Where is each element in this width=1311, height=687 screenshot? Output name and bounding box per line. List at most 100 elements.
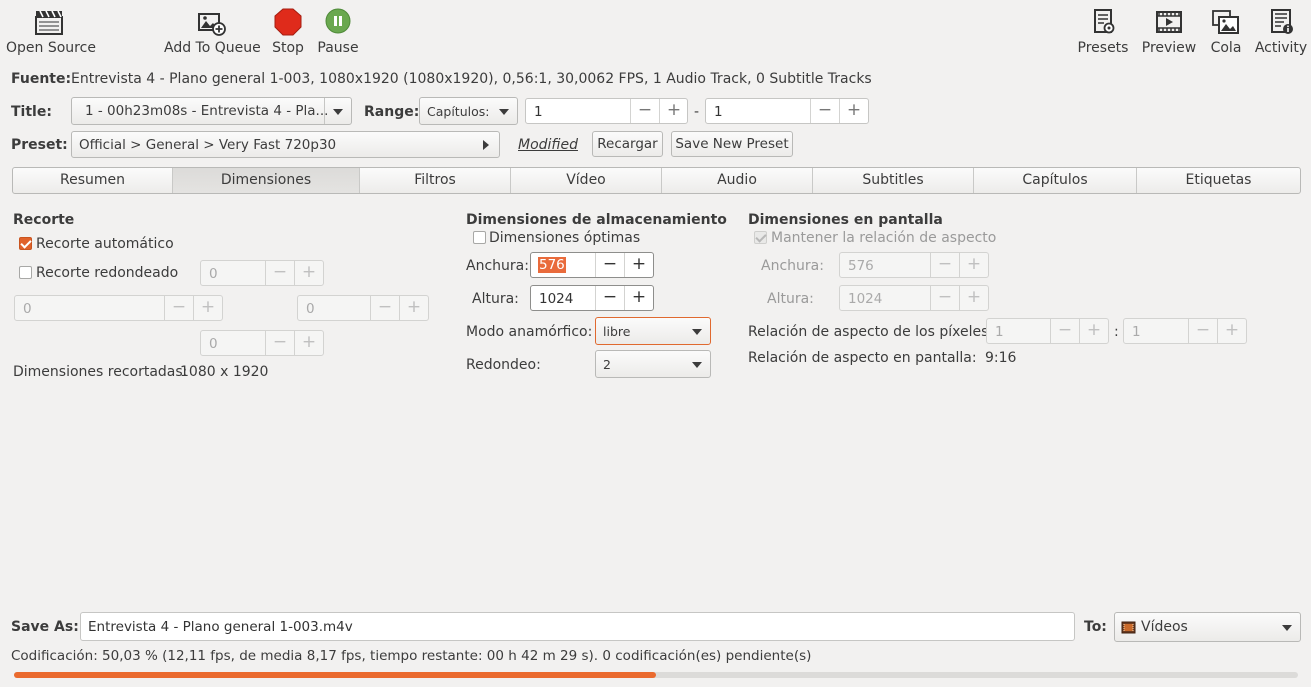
- preset-select[interactable]: Official > General > Very Fast 720p30: [71, 131, 500, 158]
- display-width-value[interactable]: 576: [848, 258, 874, 274]
- plus-icon[interactable]: +: [959, 286, 988, 310]
- preset-modified-link[interactable]: Modified: [518, 137, 578, 153]
- keep-aspect-checkbox[interactable]: [754, 231, 767, 244]
- presets-label: Presets: [1077, 40, 1129, 56]
- crop-right-spinner[interactable]: 0 − +: [297, 295, 429, 321]
- preview-button[interactable]: Preview: [1141, 0, 1197, 62]
- plus-icon[interactable]: +: [839, 99, 868, 123]
- crop-left-spinner[interactable]: 0 − +: [14, 295, 223, 321]
- storage-width-value[interactable]: 576: [538, 257, 566, 273]
- plus-icon[interactable]: +: [659, 99, 688, 123]
- minus-icon[interactable]: −: [265, 261, 294, 285]
- range-end-value[interactable]: 1: [714, 104, 723, 120]
- pixel-aspect-separator: :: [1114, 324, 1119, 340]
- destination-folder-select[interactable]: Vídeos: [1114, 612, 1301, 642]
- to-label: To:: [1084, 619, 1107, 635]
- tab-video[interactable]: Vídeo: [511, 168, 662, 193]
- plus-icon[interactable]: +: [1217, 319, 1246, 343]
- range-start-value[interactable]: 1: [534, 104, 543, 120]
- anamorphic-value: libre: [603, 324, 631, 339]
- tab-dimensiones[interactable]: Dimensiones: [173, 168, 360, 193]
- display-height-label: Altura:: [767, 291, 814, 307]
- activity-log-icon: [1271, 9, 1293, 34]
- queue-button[interactable]: Cola: [1206, 0, 1246, 62]
- minus-icon[interactable]: −: [930, 253, 959, 277]
- minus-icon[interactable]: −: [265, 331, 294, 355]
- plus-icon[interactable]: +: [399, 296, 428, 320]
- minus-icon[interactable]: −: [595, 286, 624, 310]
- display-width-spinner[interactable]: 576 − +: [839, 252, 989, 278]
- tab-resumen[interactable]: Resumen: [13, 168, 173, 193]
- plus-icon[interactable]: +: [624, 286, 653, 310]
- minus-icon[interactable]: −: [1188, 319, 1217, 343]
- plus-icon[interactable]: +: [193, 296, 222, 320]
- storage-height-spinner[interactable]: 1024 − +: [530, 285, 654, 311]
- minus-icon[interactable]: −: [370, 296, 399, 320]
- presets-button[interactable]: Presets: [1076, 0, 1130, 62]
- title-select[interactable]: 1 - 00h23m08s - Entrevista 4 - Pla...: [71, 97, 352, 125]
- activity-button[interactable]: Activity: [1254, 0, 1308, 62]
- tab-filtros[interactable]: Filtros: [360, 168, 511, 193]
- cropped-dimensions-label: Dimensiones recortadas:: [13, 364, 188, 380]
- pause-button[interactable]: Pause: [316, 0, 360, 62]
- pixel-aspect-num-value[interactable]: 1: [995, 324, 1004, 340]
- save-new-preset-button[interactable]: Save New Preset: [671, 131, 793, 157]
- stop-button[interactable]: Stop: [268, 0, 308, 62]
- videos-folder-icon: [1121, 621, 1136, 634]
- minus-icon[interactable]: −: [630, 99, 659, 123]
- storage-height-label: Altura:: [472, 291, 519, 307]
- minus-icon[interactable]: −: [810, 99, 839, 123]
- pixel-aspect-num-spinner[interactable]: 1 − +: [986, 318, 1109, 344]
- storage-height-value[interactable]: 1024: [539, 291, 573, 307]
- minus-icon[interactable]: −: [930, 286, 959, 310]
- range-mode-select[interactable]: Capítulos:: [419, 97, 518, 125]
- chevron-right-icon: [483, 140, 489, 150]
- minus-icon[interactable]: −: [595, 253, 624, 277]
- source-info: Entrevista 4 - Plano general 1-003, 1080…: [71, 71, 872, 87]
- range-label: Range:: [364, 104, 420, 120]
- stop-icon: [274, 8, 302, 36]
- open-source-button[interactable]: Open Source: [6, 0, 96, 62]
- range-end-spinner[interactable]: 1 − +: [705, 98, 869, 124]
- range-start-spinner[interactable]: 1 − +: [525, 98, 688, 124]
- rounding-select[interactable]: 2: [595, 350, 711, 378]
- tab-capitulos[interactable]: Capítulos: [974, 168, 1137, 193]
- plus-icon[interactable]: +: [959, 253, 988, 277]
- crop-bottom-spinner[interactable]: 0 − +: [200, 330, 324, 356]
- crop-bottom-value[interactable]: 0: [209, 336, 218, 352]
- pixel-aspect-den-spinner[interactable]: 1 − +: [1123, 318, 1247, 344]
- display-width-label: Anchura:: [761, 258, 824, 274]
- auto-crop-checkbox[interactable]: [19, 237, 32, 250]
- crop-top-value[interactable]: 0: [209, 266, 218, 282]
- auto-crop-label: Recorte automático: [36, 236, 174, 252]
- anamorphic-select[interactable]: libre: [595, 317, 711, 345]
- add-to-queue-label: Add To Queue: [164, 40, 261, 56]
- round-crop-checkbox[interactable]: [19, 266, 32, 279]
- reload-preset-button[interactable]: Recargar: [592, 131, 663, 157]
- crop-left-value[interactable]: 0: [23, 301, 32, 317]
- title-dropdown-toggle[interactable]: [324, 98, 351, 124]
- storage-width-label: Anchura:: [466, 258, 529, 274]
- tab-audio[interactable]: Audio: [662, 168, 813, 193]
- display-height-spinner[interactable]: 1024 − +: [839, 285, 989, 311]
- plus-icon[interactable]: +: [1079, 319, 1108, 343]
- preview-icon: [1156, 11, 1182, 33]
- display-height-value[interactable]: 1024: [848, 291, 882, 307]
- minus-icon[interactable]: −: [164, 296, 193, 320]
- tab-subtitles[interactable]: Subtitles: [813, 168, 974, 193]
- optimal-dimensions-checkbox[interactable]: [473, 231, 486, 244]
- storage-width-spinner[interactable]: 576 − +: [530, 252, 654, 278]
- pixel-aspect-den-value[interactable]: 1: [1132, 324, 1141, 340]
- crop-top-spinner[interactable]: 0 − +: [200, 260, 324, 286]
- tab-etiquetas[interactable]: Etiquetas: [1137, 168, 1300, 193]
- crop-right-value[interactable]: 0: [306, 301, 315, 317]
- minus-icon[interactable]: −: [1050, 319, 1079, 343]
- plus-icon[interactable]: +: [294, 331, 323, 355]
- preset-value: Official > General > Very Fast 720p30: [79, 137, 337, 153]
- plus-icon[interactable]: +: [624, 253, 653, 277]
- add-to-queue-button[interactable]: Add To Queue: [164, 0, 261, 62]
- save-as-field[interactable]: Entrevista 4 - Plano general 1-003.m4v: [80, 612, 1075, 641]
- settings-tabs: Resumen Dimensiones Filtros Vídeo Audio …: [12, 167, 1301, 194]
- pause-label: Pause: [317, 40, 359, 56]
- plus-icon[interactable]: +: [294, 261, 323, 285]
